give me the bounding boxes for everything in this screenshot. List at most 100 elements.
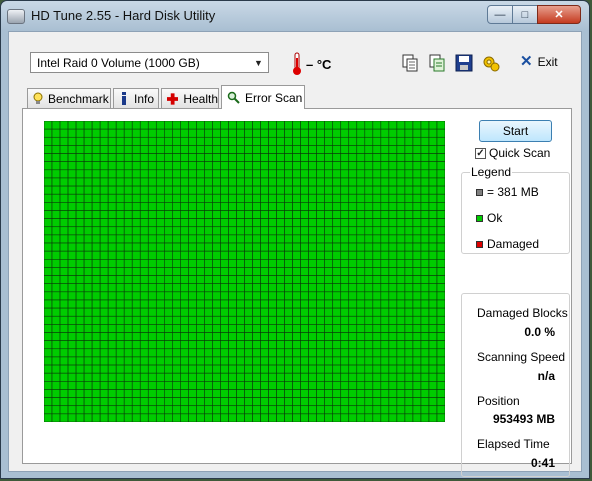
scan-block (123, 413, 133, 422)
scan-block (180, 307, 189, 317)
scan-block (252, 413, 261, 422)
scan-block (59, 299, 69, 309)
scan-block (212, 332, 221, 341)
scan-block (428, 218, 438, 228)
scan-block (388, 193, 398, 203)
scan-block (276, 218, 285, 228)
scan-block (268, 234, 277, 244)
scan-block (324, 169, 334, 179)
copy-icon[interactable] (400, 53, 420, 73)
scan-block (356, 364, 366, 374)
scan-block (388, 356, 398, 366)
scan-block (236, 145, 245, 154)
scan-block (396, 193, 406, 203)
scan-block (115, 177, 125, 187)
quick-scan-checkbox[interactable]: ✓ (475, 147, 486, 159)
scan-block (260, 259, 269, 268)
scan-block (380, 202, 390, 211)
scan-block (396, 324, 406, 333)
scan-block (292, 324, 301, 333)
tab-info[interactable]: Info (113, 88, 159, 108)
scan-block (252, 291, 261, 301)
scan-block (412, 372, 422, 382)
scan-block (276, 193, 285, 203)
magnifier-icon (227, 91, 240, 104)
scan-block (380, 177, 390, 187)
scan-block (155, 128, 165, 138)
scan-block (44, 153, 53, 162)
scan-block (139, 218, 149, 228)
scan-block (115, 348, 125, 358)
copy-text-icon[interactable] (427, 53, 447, 73)
scan-block (268, 397, 277, 407)
scan-block (164, 161, 173, 171)
scan-block (220, 275, 229, 285)
scan-block (91, 324, 101, 333)
scan-block (420, 177, 430, 187)
scan-block (59, 372, 69, 382)
scan-block (388, 153, 398, 162)
scan-block (268, 177, 277, 187)
scan-block (172, 381, 181, 390)
scan-block (268, 291, 277, 301)
scan-block (308, 307, 317, 317)
tab-health[interactable]: Health (161, 88, 219, 108)
scan-block (388, 283, 398, 293)
scan-block (364, 259, 374, 268)
scan-block (388, 364, 398, 374)
scan-block (139, 202, 149, 211)
scan-block (276, 169, 285, 179)
exit-label: Exit (537, 55, 558, 69)
app-icon[interactable] (7, 9, 25, 24)
scan-block (172, 389, 181, 398)
scan-block (420, 364, 430, 374)
scan-block (252, 405, 261, 415)
quick-scan-option[interactable]: ✓ Quick Scan (475, 146, 550, 160)
scan-block (204, 364, 213, 374)
scan-block (284, 259, 293, 268)
minimize-button[interactable]: — (487, 5, 513, 24)
scan-block (244, 226, 253, 236)
tab-error-scan[interactable]: Error Scan (221, 85, 305, 109)
scan-block (316, 226, 325, 236)
scan-block (115, 405, 125, 415)
close-button[interactable]: ✕ (537, 5, 581, 24)
title-bar[interactable]: HD Tune 2.55 - Hard Disk Utility — □ ✕ (1, 1, 589, 31)
scan-block (364, 128, 374, 138)
exit-button[interactable]: ✕ Exit (520, 54, 558, 69)
scan-block (220, 177, 229, 187)
save-icon[interactable] (454, 53, 474, 73)
scan-block (308, 234, 317, 244)
chevron-down-icon[interactable]: ▼ (250, 54, 267, 71)
options-icon[interactable] (481, 53, 501, 73)
scan-block (252, 185, 261, 195)
scan-block (236, 381, 245, 390)
scan-block (364, 242, 374, 252)
scan-block (91, 397, 101, 407)
scan-block (115, 372, 125, 382)
scan-block (276, 234, 285, 244)
scan-block (268, 315, 277, 325)
scan-block (380, 372, 390, 382)
scan-block (332, 348, 342, 358)
scan-block (67, 275, 77, 285)
scan-block (51, 356, 61, 366)
drive-select[interactable]: Intel Raid 0 Volume (1000 GB) ▼ (30, 52, 269, 73)
tab-benchmark[interactable]: Benchmark (27, 88, 111, 108)
maximize-button[interactable]: □ (512, 5, 538, 24)
scan-block (260, 381, 269, 390)
scan-block (300, 161, 309, 171)
start-button[interactable]: Start (479, 120, 552, 142)
scan-block (188, 405, 197, 415)
scan-block (412, 356, 422, 366)
scan-block (300, 259, 309, 268)
scan-block (364, 169, 374, 179)
scan-block (196, 283, 205, 293)
scan-block (244, 397, 253, 407)
scan-block (59, 389, 69, 398)
scan-block (356, 242, 366, 252)
scan-block (67, 267, 77, 276)
scan-block (51, 275, 61, 285)
scan-block (59, 185, 69, 195)
scan-block (372, 397, 382, 407)
